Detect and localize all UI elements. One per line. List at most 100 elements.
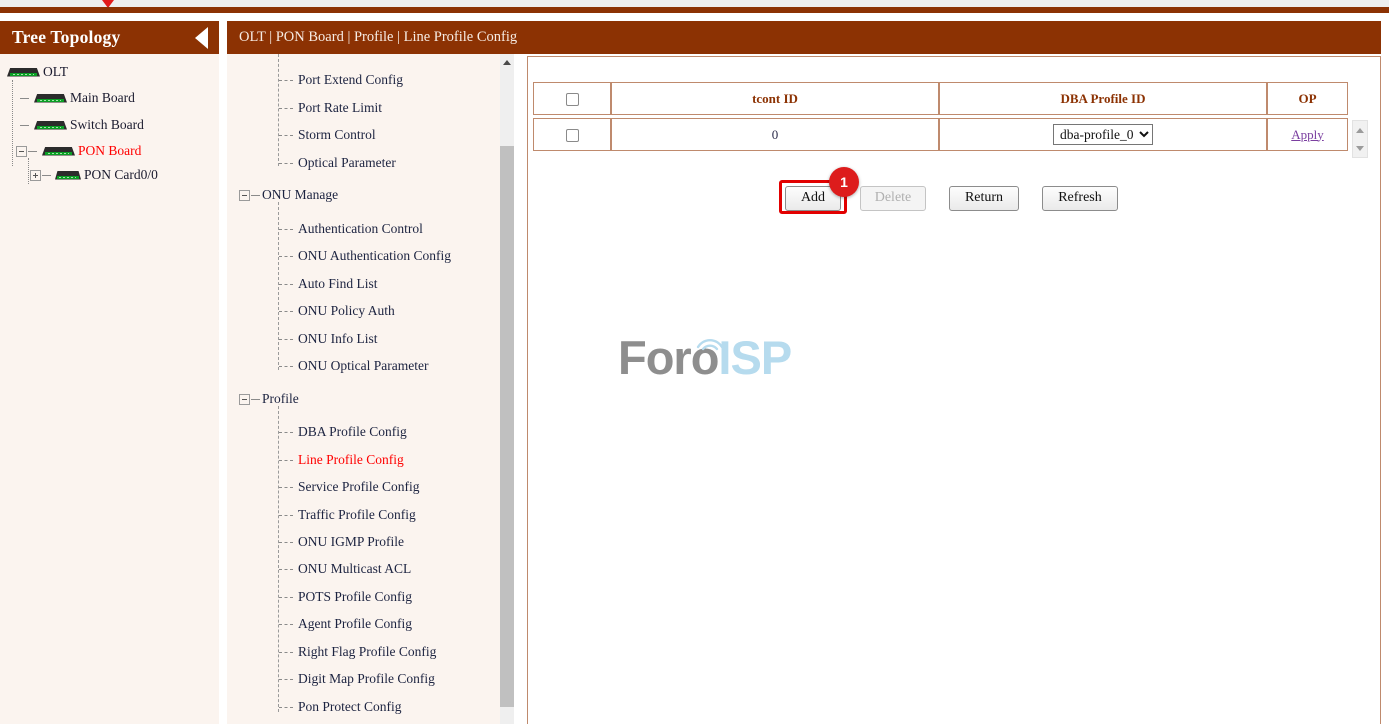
nav-item-onu-policy-auth[interactable]: ONU Policy Auth bbox=[279, 303, 395, 319]
nav-item-dba-profile-config[interactable]: DBA Profile Config bbox=[279, 424, 407, 440]
nav-branch-dash-icon bbox=[279, 284, 293, 285]
cell-dba-profile-id: dba-profile_0 bbox=[939, 118, 1267, 151]
nav-item-label: ONU Policy Auth bbox=[298, 303, 395, 319]
nav-branch-dash-icon bbox=[279, 80, 293, 81]
return-button[interactable]: Return bbox=[949, 186, 1019, 211]
nav-item-label: DBA Profile Config bbox=[298, 424, 407, 440]
nav-item-onu-igmp-profile[interactable]: ONU IGMP Profile bbox=[279, 534, 404, 550]
nav-item-storm-control[interactable]: Storm Control bbox=[279, 127, 376, 143]
dba-profile-select[interactable]: dba-profile_0 bbox=[1053, 124, 1153, 145]
browser-top-strip bbox=[0, 0, 1389, 7]
nav-item-line-profile-config[interactable]: Line Profile Config bbox=[279, 452, 404, 468]
tree-node-pon-card-0-0[interactable]: PON Card0/0 bbox=[30, 167, 158, 183]
nav-item-onu-optical-parameter[interactable]: ONU Optical Parameter bbox=[279, 358, 428, 374]
select-all-checkbox[interactable] bbox=[566, 93, 579, 106]
nav-group-profile[interactable]: Profile bbox=[239, 391, 299, 407]
nav-item-label: ONU Multicast ACL bbox=[298, 561, 411, 577]
nav-item-onu-multicast-acl[interactable]: ONU Multicast ACL bbox=[279, 561, 411, 577]
nav-item-onu-authentication-config[interactable]: ONU Authentication Config bbox=[279, 248, 451, 264]
tree-node-main-board[interactable]: Main Board bbox=[20, 90, 135, 106]
nav-branch-dash-icon bbox=[279, 229, 293, 230]
table-header-select-all bbox=[533, 82, 611, 115]
table-header-tcont-id: tcont ID bbox=[611, 82, 939, 115]
nav-branch-dash-icon bbox=[251, 195, 260, 196]
nav-item-authentication-control[interactable]: Authentication Control bbox=[279, 221, 423, 237]
nav-item-pots-profile-config[interactable]: POTS Profile Config bbox=[279, 589, 412, 605]
nav-item-port-extend-config[interactable]: Port Extend Config bbox=[279, 72, 403, 88]
table-row-scrollbar[interactable] bbox=[1352, 120, 1368, 158]
nav-item-auto-find-list[interactable]: Auto Find List bbox=[279, 276, 378, 292]
tree-node-pon-board[interactable]: PON Board bbox=[16, 143, 141, 159]
tree-topology-title: Tree Topology bbox=[12, 27, 120, 48]
tree-node-olt[interactable]: OLT bbox=[4, 64, 68, 80]
table-header-op: OP bbox=[1267, 82, 1348, 115]
row-checkbox[interactable] bbox=[566, 129, 579, 142]
wifi-signal-icon bbox=[694, 334, 726, 352]
nav-item-onu-info-list[interactable]: ONU Info List bbox=[279, 331, 378, 347]
nav-branch-dash-icon bbox=[279, 135, 293, 136]
nav-group-label: Profile bbox=[262, 391, 299, 407]
scroll-down-arrow-icon[interactable] bbox=[1353, 140, 1367, 157]
line-profile-table: tcont ID DBA Profile ID OP 0 dba-profile… bbox=[533, 82, 1348, 151]
nav-branch-dash-icon bbox=[279, 487, 293, 488]
delete-button: Delete bbox=[860, 186, 926, 211]
scroll-up-arrow-icon[interactable] bbox=[500, 54, 514, 70]
nav-item-right-flag-profile-config[interactable]: Right Flag Profile Config bbox=[279, 644, 436, 660]
nav-collapse-minus-icon[interactable] bbox=[239, 190, 250, 201]
nav-branch-dash-icon bbox=[279, 460, 293, 461]
device-icon bbox=[31, 92, 69, 105]
nav-branch-dash-icon bbox=[279, 679, 293, 680]
nav-branch-dash-icon bbox=[279, 339, 293, 340]
nav-collapse-minus-icon[interactable] bbox=[239, 394, 250, 405]
device-icon bbox=[53, 169, 83, 182]
nav-item-label: ONU Info List bbox=[298, 331, 378, 347]
breadcrumb: OLT | PON Board | Profile | Line Profile… bbox=[227, 21, 1381, 54]
nav-item-agent-profile-config[interactable]: Agent Profile Config bbox=[279, 616, 412, 632]
nav-branch-dash-icon bbox=[279, 542, 293, 543]
nav-item-label: Agent Profile Config bbox=[298, 616, 412, 632]
tree-node-switch-board[interactable]: Switch Board bbox=[20, 117, 144, 133]
row-select-cell bbox=[533, 118, 611, 151]
tree-node-label: PON Card0/0 bbox=[84, 167, 158, 183]
tree-node-label: PON Board bbox=[78, 143, 141, 159]
cell-op: Apply bbox=[1267, 118, 1348, 151]
tree-collapse-minus-icon[interactable] bbox=[16, 146, 27, 157]
nav-branch-dash-icon bbox=[279, 624, 293, 625]
table-header-dba-profile-id: DBA Profile ID bbox=[939, 82, 1267, 115]
table-row: 0 dba-profile_0 Apply bbox=[533, 118, 1348, 151]
nav-item-label: Auto Find List bbox=[298, 276, 378, 292]
device-icon bbox=[39, 145, 77, 158]
refresh-button[interactable]: Refresh bbox=[1042, 186, 1118, 211]
nav-group-onu-manage[interactable]: ONU Manage bbox=[239, 187, 338, 203]
nav-item-label: Right Flag Profile Config bbox=[298, 644, 436, 660]
nav-item-label: POTS Profile Config bbox=[298, 589, 412, 605]
nav-item-label: ONU Authentication Config bbox=[298, 248, 451, 264]
nav-branch-dash-icon bbox=[279, 256, 293, 257]
nav-menu-panel: Port Extend Config Port Rate Limit Storm… bbox=[227, 54, 514, 724]
nav-item-pon-protect-config[interactable]: Pon Protect Config bbox=[279, 699, 402, 715]
nav-branch-dash-icon bbox=[279, 432, 293, 433]
tree-expand-plus-icon[interactable] bbox=[30, 170, 41, 181]
nav-item-label: Storm Control bbox=[298, 127, 376, 143]
nav-item-label: Pon Protect Config bbox=[298, 699, 402, 715]
scroll-up-arrow-icon[interactable] bbox=[1353, 122, 1367, 139]
nav-item-digit-map-profile-config[interactable]: Digit Map Profile Config bbox=[279, 671, 435, 687]
nav-branch-dash-icon bbox=[279, 652, 293, 653]
nav-item-service-profile-config[interactable]: Service Profile Config bbox=[279, 479, 419, 495]
nav-branch-dash-icon bbox=[279, 163, 293, 164]
nav-scrollbar-thumb[interactable] bbox=[500, 146, 514, 707]
watermark-isp-text: ISP bbox=[718, 331, 791, 384]
nav-item-port-rate-limit[interactable]: Port Rate Limit bbox=[279, 100, 382, 116]
apply-link[interactable]: Apply bbox=[1291, 127, 1324, 142]
nav-item-label: Port Rate Limit bbox=[298, 100, 382, 116]
nav-item-label: ONU IGMP Profile bbox=[298, 534, 404, 550]
annotation-badge-1: 1 bbox=[829, 167, 859, 197]
tree-branch-dash bbox=[28, 151, 37, 152]
cell-tcont-id: 0 bbox=[611, 118, 939, 151]
nav-item-traffic-profile-config[interactable]: Traffic Profile Config bbox=[279, 507, 416, 523]
nav-item-label: Authentication Control bbox=[298, 221, 423, 237]
collapse-left-icon[interactable] bbox=[195, 27, 208, 49]
tree-node-label: Main Board bbox=[70, 90, 135, 106]
nav-item-optical-parameter[interactable]: Optical Parameter bbox=[279, 155, 396, 171]
nav-group-label: ONU Manage bbox=[262, 187, 338, 203]
